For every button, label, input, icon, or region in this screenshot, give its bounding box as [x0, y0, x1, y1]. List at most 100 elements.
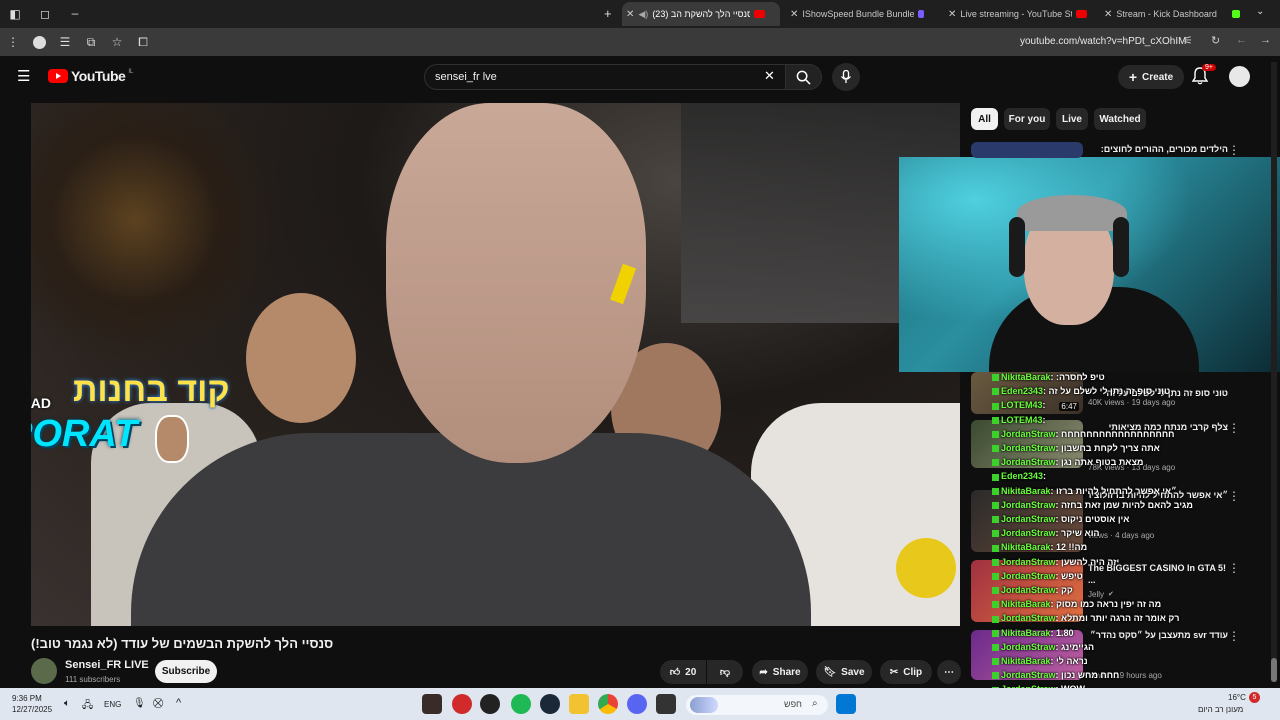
profile-icon[interactable]: [26, 35, 52, 50]
taskbar-search-box[interactable]: חפש ⌕: [686, 695, 828, 715]
chip-all[interactable]: All: [971, 108, 998, 130]
more-vert-icon[interactable]: ⋮: [1228, 143, 1240, 157]
chat-text: קק: [1061, 585, 1073, 595]
account-avatar[interactable]: [1229, 66, 1250, 87]
new-tab-icon[interactable]: +: [604, 6, 612, 21]
close-tab-icon[interactable]: ✕: [1104, 9, 1112, 20]
scrollbar-thumb[interactable]: [1271, 658, 1277, 682]
tab-groups-icon[interactable]: ◻: [32, 7, 58, 21]
reload-icon[interactable]: ↻: [1211, 34, 1220, 47]
file-explorer-icon[interactable]: [569, 694, 589, 714]
chat-badge-icon: [992, 629, 999, 637]
back-icon[interactable]: →: [1260, 34, 1271, 46]
tab-ishowspeed[interactable]: ✕ IShowSpeed Bundle Bundle - Fr: [786, 2, 936, 26]
minimize-icon[interactable]: –: [62, 6, 88, 20]
audio-icon[interactable]: ◀): [638, 9, 648, 20]
chat-badge-icon: [992, 459, 999, 467]
more-vert-icon[interactable]: ⋮: [1228, 629, 1240, 643]
voice-search-button[interactable]: [832, 63, 860, 91]
tab-yt-studio[interactable]: ✕ Live streaming - YouTube Studio: [944, 2, 1094, 26]
main-subject-shirt: [131, 433, 811, 626]
clock-time[interactable]: 9:36 PM: [12, 694, 42, 703]
terminal-app-icon[interactable]: [656, 694, 676, 714]
share-button[interactable]: ➦ Share: [752, 660, 808, 684]
site-favicon: [918, 10, 925, 18]
epic-games-app-icon[interactable]: [422, 694, 442, 714]
chat-username: JordanStraw: [1001, 585, 1056, 595]
chat-message: JordanStraw: הוא שיקר: [992, 528, 1100, 538]
spotify-app-icon[interactable]: [511, 694, 531, 714]
chat-badge-icon: [992, 430, 999, 438]
notification-count-badge[interactable]: 5: [1249, 692, 1260, 703]
weather-description[interactable]: מעונן רב היום: [1198, 705, 1243, 714]
clear-search-icon[interactable]: ✕: [764, 68, 775, 84]
youtube-logo[interactable]: YouTube IL: [48, 68, 133, 84]
tab-label: (23) סנסיי הלך להשקת הב: [652, 9, 751, 19]
chat-username: JordanStraw: [1001, 499, 1056, 510]
channel-avatar[interactable]: [31, 658, 57, 684]
channel-name[interactable]: Sensei_FR LIVE: [65, 659, 149, 671]
network-icon[interactable]: 🖧︎: [82, 698, 93, 715]
windows-start-icon[interactable]: [836, 694, 856, 714]
scrollbar-track[interactable]: [1271, 62, 1277, 682]
clip-button[interactable]: ✂ Clip: [880, 660, 932, 684]
search-input[interactable]: sensei_fr lve: [424, 64, 786, 90]
tab-list-icon[interactable]: ⌄: [1256, 6, 1264, 17]
chrome-app-icon[interactable]: [598, 694, 618, 714]
chat-badge-icon: [992, 572, 999, 580]
close-tab-icon[interactable]: ✕: [626, 9, 634, 20]
chip-for-you[interactable]: For you: [1004, 108, 1050, 130]
steam-app-icon[interactable]: [540, 694, 560, 714]
security-tray-icon[interactable]: ⛒: [153, 698, 163, 709]
microphone-tray-icon[interactable]: 🎙︎: [133, 698, 146, 709]
notifications-button[interactable]: 9+: [1191, 64, 1216, 90]
language-indicator[interactable]: ENG: [104, 700, 121, 709]
bookmark-star-icon[interactable]: ☆: [104, 35, 130, 49]
extensions-icon[interactable]: ⧉: [78, 35, 104, 50]
subscribe-button[interactable]: Subscribe: [155, 660, 217, 683]
tab-youtube-video[interactable]: ✕ ◀) (23) סנסיי הלך להשקת הב: [622, 2, 780, 26]
tab-search-icon[interactable]: ◧: [2, 7, 28, 21]
more-vert-icon[interactable]: ⋮: [1228, 489, 1240, 503]
more-vert-icon[interactable]: ⋮: [1228, 561, 1240, 575]
show-hidden-icons[interactable]: ^: [176, 697, 181, 709]
more-vert-icon[interactable]: ⋮: [1228, 421, 1240, 435]
discord-app-icon[interactable]: [627, 694, 647, 714]
screenshot-icon[interactable]: ⧠: [130, 35, 156, 50]
chat-badge-icon: [992, 601, 999, 609]
tab-kick[interactable]: ✕ Stream - Kick Dashboard: [1100, 2, 1250, 26]
clock-date[interactable]: 12/27/2025: [12, 705, 52, 714]
close-tab-icon[interactable]: ✕: [790, 9, 798, 20]
recommended-thumbnail[interactable]: [971, 142, 1083, 158]
chat-username: JordanStraw: [1001, 556, 1056, 567]
search-button[interactable]: [786, 64, 822, 90]
app-icon-red[interactable]: [452, 694, 472, 714]
chat-text: אתה צריך לקחת בחשבון: [1061, 443, 1160, 453]
recommended-title[interactable]: עודד svr מתעצבן על ״סקס נהדר״: [1088, 630, 1228, 640]
save-button[interactable]: 🔖︎ Save: [816, 660, 872, 684]
forward-icon[interactable]: ←: [1236, 34, 1247, 46]
chip-watched[interactable]: Watched: [1094, 108, 1146, 130]
chat-badge-icon: [992, 374, 999, 382]
more-actions-button[interactable]: ⋯: [937, 660, 961, 684]
site-settings-icon[interactable]: ⚟: [1183, 34, 1193, 47]
close-tab-icon[interactable]: ✕: [948, 9, 956, 20]
recommended-title[interactable]: הילדים מכורים, ההורים לחוצים:: [1088, 144, 1228, 154]
chat-text: חחח מחש נכון: [1061, 670, 1120, 681]
weather-temp[interactable]: 16°C: [1228, 693, 1246, 702]
chip-live[interactable]: Live: [1056, 108, 1088, 130]
video-player[interactable]: קוד בחנות #AD PORAT: [31, 103, 960, 626]
like-button[interactable]: 👍︎ 20: [660, 660, 706, 684]
menu-dots-icon[interactable]: ⋮: [0, 35, 26, 49]
chat-message: JordanStraw: קק: [992, 585, 1073, 595]
volume-icon[interactable]: 🔈︎: [64, 698, 70, 709]
create-button[interactable]: + Create: [1118, 65, 1184, 89]
notification-badge: 9+: [1202, 64, 1216, 71]
reading-list-icon[interactable]: ☰: [52, 35, 78, 49]
address-bar-url[interactable]: youtube.com/watch?v=hPDt_cXOhIM: [1020, 36, 1186, 47]
hamburger-menu-icon[interactable]: ☰: [17, 67, 30, 85]
obs-app-icon[interactable]: [480, 694, 500, 714]
dislike-button[interactable]: 👎︎: [707, 660, 743, 684]
tab-label: Stream - Kick Dashboard: [1116, 9, 1217, 19]
share-icon: ➦: [759, 666, 768, 678]
